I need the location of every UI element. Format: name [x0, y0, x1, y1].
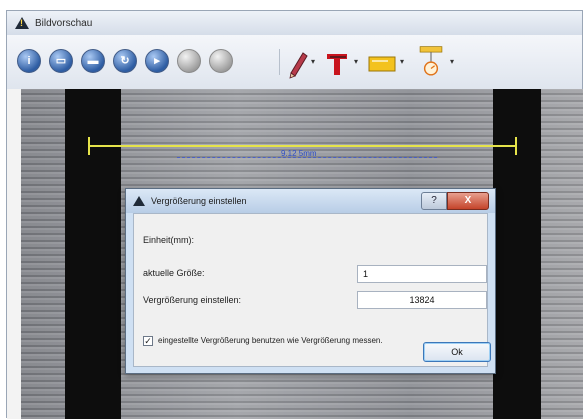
next-button[interactable]: ▸ — [145, 49, 169, 73]
magnification-label: Vergrößerung einstellen: — [143, 295, 242, 305]
pencil-dropdown-icon[interactable]: ▾ — [311, 57, 315, 66]
info-icon: i — [27, 55, 31, 67]
current-size-label: aktuelle Größe: — [143, 268, 205, 278]
dialog-body: Einheit(mm): aktuelle Größe: 1 Vergrößer… — [133, 213, 491, 367]
rectangle-tool-icon[interactable] — [365, 43, 399, 83]
dialog-window-controls: ? X — [421, 192, 489, 210]
close-button[interactable]: X — [447, 192, 489, 210]
text-tool-dropdown-icon[interactable]: ▾ — [354, 57, 358, 66]
next-icon: ▸ — [154, 55, 160, 67]
ok-button[interactable]: Ok — [423, 342, 491, 362]
info-button[interactable]: i — [17, 49, 41, 73]
toolbar-separator — [279, 49, 280, 75]
dialog-warning-icon — [133, 196, 145, 206]
image-left-margin — [7, 89, 21, 419]
dark-band-left — [65, 89, 121, 419]
unit-label: Einheit(mm): — [143, 235, 195, 245]
measure-tool-dropdown-icon[interactable]: ▾ — [450, 57, 454, 66]
use-magnification-checkbox[interactable]: ✓ — [143, 336, 153, 346]
measure-end-handle[interactable] — [515, 137, 517, 155]
measurement-label: 9.12 5mm — [281, 149, 317, 158]
magnification-field[interactable]: 13824 — [357, 291, 487, 309]
rectangle-tool-dropdown-icon[interactable]: ▾ — [400, 57, 404, 66]
dark-band-right — [493, 89, 541, 419]
window-title: Bildvorschau — [35, 17, 93, 29]
page-icon: ▭ — [55, 55, 67, 67]
refresh-icon: ↻ — [120, 55, 130, 67]
current-size-field[interactable]: 1 — [357, 265, 487, 283]
measurement-line[interactable] — [89, 145, 517, 147]
page-button[interactable]: ▭ — [49, 49, 73, 73]
disabled-button-2[interactable] — [209, 49, 233, 73]
toolbar: i ▭ ▬ ↻ ▸ ▾ ▾ ▾ ▾ — [7, 35, 582, 90]
refresh-button[interactable]: ↻ — [113, 49, 137, 73]
magnification-dialog: Vergrößerung einstellen ? X Einheit(mm):… — [125, 188, 496, 374]
disabled-button-1[interactable] — [177, 49, 201, 73]
dialog-title: Vergrößerung einstellen — [151, 196, 247, 206]
use-magnification-label: eingestellte Vergrößerung benutzen wie V… — [158, 336, 383, 345]
app-warning-icon — [15, 17, 29, 29]
help-button[interactable]: ? — [421, 192, 447, 210]
measure-tool-icon[interactable] — [413, 43, 449, 83]
text-tool-icon[interactable] — [323, 43, 353, 83]
pencil-icon[interactable] — [285, 43, 311, 83]
save-icon: ▬ — [87, 55, 99, 67]
save-button[interactable]: ▬ — [81, 49, 105, 73]
window-titlebar: Bildvorschau — [7, 11, 582, 35]
dialog-titlebar[interactable]: Vergrößerung einstellen ? X — [126, 189, 495, 213]
